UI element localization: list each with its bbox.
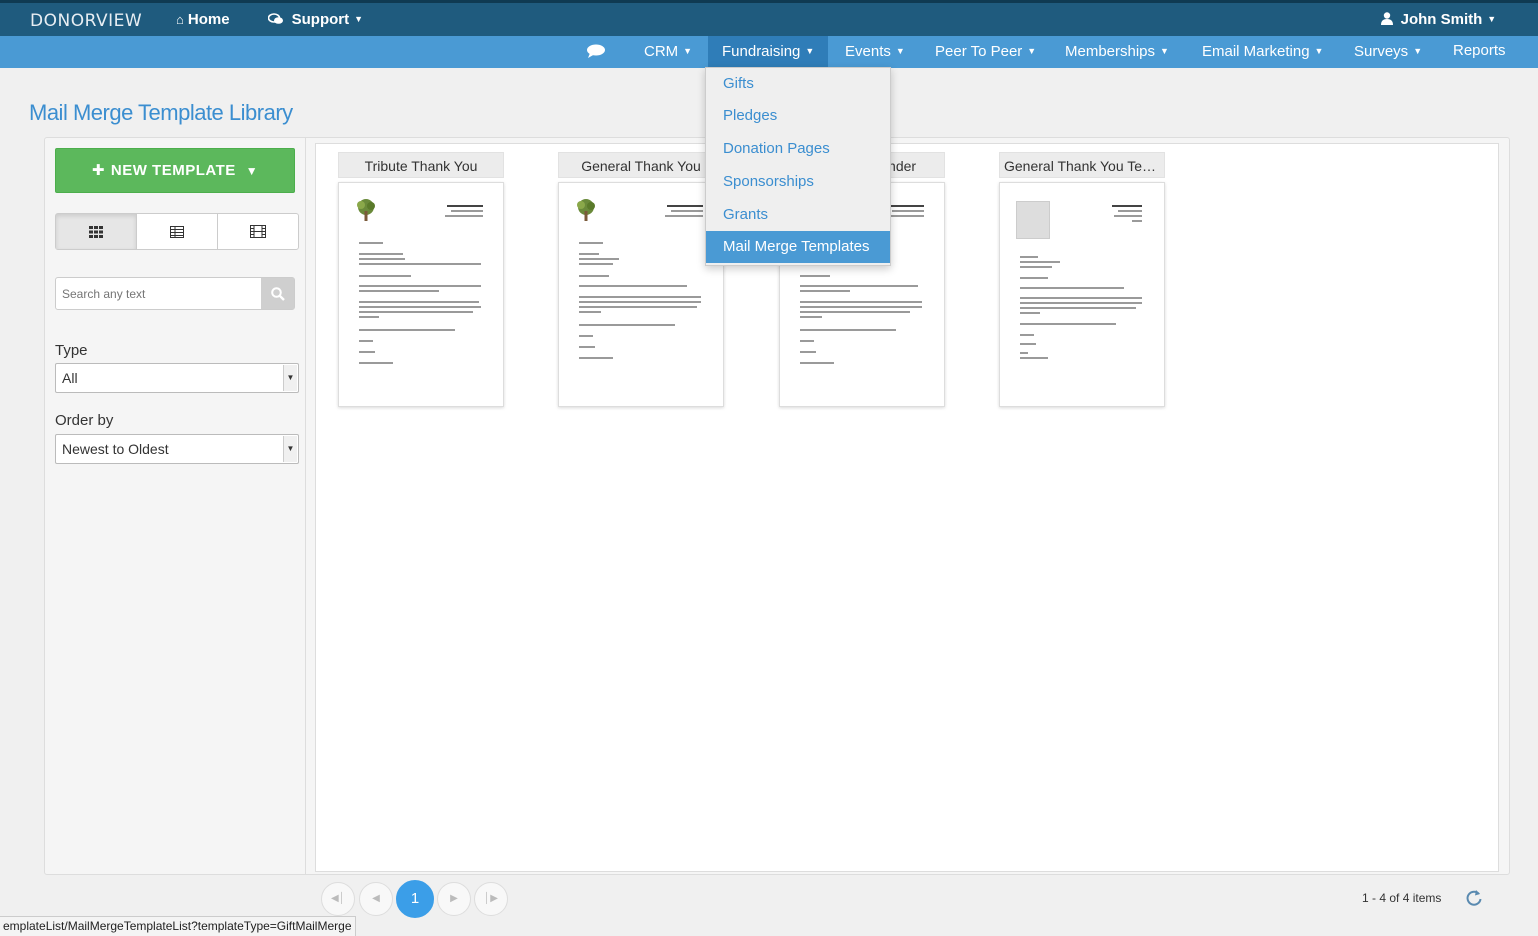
template-card[interactable]: General Thank You: [558, 152, 724, 407]
menu-item-pledges[interactable]: Pledges: [706, 100, 890, 132]
menu-memberships[interactable]: Memberships ▼: [1065, 36, 1169, 68]
nav-support-label: Support: [291, 11, 350, 28]
menu-item-grants[interactable]: Grants: [706, 199, 890, 231]
menu-email-marketing[interactable]: Email Marketing ▼: [1202, 36, 1323, 68]
caret-down-icon: ▼: [1314, 46, 1324, 56]
new-template-label: NEW TEMPLATE: [110, 162, 236, 179]
order-by-select[interactable]: Newest to Oldest ▼: [55, 434, 299, 464]
select-arrow-icon: ▼: [283, 365, 297, 391]
next-page-icon: ▶: [450, 893, 458, 904]
grid-icon: [89, 225, 103, 238]
image-placeholder-icon: [1016, 201, 1050, 239]
caret-down-icon: ▼: [1413, 46, 1423, 56]
main-menu-bar: CRM ▼ Fundraising ▼ Events ▼ Peer To Peer ▼ …: [0, 36, 1538, 68]
menu-peer-to-peer[interactable]: Peer To Peer ▼: [935, 36, 1036, 68]
film-view-button[interactable]: [218, 214, 298, 249]
caret-down-icon: ▼: [1027, 46, 1037, 56]
pager-page-1[interactable]: 1: [396, 880, 434, 918]
tree-logo-icon: [357, 199, 375, 221]
menu-item-sponsorships[interactable]: Sponsorships: [706, 166, 890, 198]
refresh-icon[interactable]: [1465, 889, 1483, 907]
menu-item-gifts[interactable]: Gifts: [706, 68, 890, 100]
browser-status-url: emplateList/MailMergeTemplateList?templa…: [0, 916, 356, 936]
template-preview[interactable]: [999, 182, 1165, 407]
pager-last-button[interactable]: │▶: [474, 882, 508, 916]
menu-surveys-label: Surveys: [1354, 43, 1409, 60]
caret-down-icon: ▼: [805, 46, 815, 56]
brand-logo[interactable]: DONORVIEW: [30, 11, 142, 31]
table-view-button[interactable]: [137, 214, 218, 249]
menu-fundraising[interactable]: Fundraising ▼: [708, 36, 829, 68]
menu-reports[interactable]: Reports: [1453, 36, 1506, 68]
caret-down-icon: ▼: [1487, 14, 1497, 24]
page-title: Mail Merge Template Library: [29, 100, 293, 125]
plus-icon: ✚: [91, 162, 105, 179]
menu-peer-to-peer-label: Peer To Peer: [935, 43, 1023, 60]
menu-events-label: Events: [845, 43, 891, 60]
select-arrow-icon: ▼: [283, 436, 297, 462]
user-icon: [1381, 12, 1397, 27]
template-card[interactable]: General Thank You Template: [999, 152, 1165, 407]
last-page-icon: │▶: [484, 893, 498, 904]
template-card-title: General Thank You Template: [999, 152, 1165, 178]
menu-item-donation-pages[interactable]: Donation Pages: [706, 133, 890, 165]
table-icon: [170, 225, 184, 238]
prev-page-icon: ◀: [372, 893, 380, 904]
pager-next-button[interactable]: ▶: [437, 882, 471, 916]
search-box: [55, 277, 295, 310]
template-card-title: General Thank You: [558, 152, 724, 178]
new-template-button[interactable]: ✚ NEW TEMPLATE ▼: [55, 148, 295, 193]
pager-prev-button[interactable]: ◀: [359, 882, 393, 916]
nav-home[interactable]: ⌂ Home: [176, 11, 230, 28]
search-icon: [270, 286, 285, 301]
nav-support[interactable]: Support ▼: [267, 11, 364, 28]
home-icon: ⌂: [176, 12, 184, 27]
template-card-title: Tribute Thank You: [338, 152, 504, 178]
menu-events[interactable]: Events ▼: [845, 36, 905, 68]
menu-email-marketing-label: Email Marketing: [1202, 43, 1310, 60]
nav-home-label: Home: [187, 11, 230, 28]
user-menu[interactable]: John Smith ▼: [1381, 11, 1496, 28]
menu-surveys[interactable]: Surveys ▼: [1354, 36, 1422, 68]
order-by-select-value: Newest to Oldest: [62, 441, 169, 457]
template-card[interactable]: Tribute Thank You: [338, 152, 504, 407]
menu-crm[interactable]: CRM ▼: [644, 36, 692, 68]
caret-down-icon: ▼: [1160, 46, 1169, 56]
menu-fundraising-label: Fundraising: [722, 43, 801, 60]
caret-down-icon: ▼: [683, 46, 693, 56]
type-label: Type: [55, 342, 88, 359]
type-select[interactable]: All ▼: [55, 363, 299, 393]
search-input[interactable]: [56, 278, 262, 309]
template-preview[interactable]: [558, 182, 724, 407]
template-preview[interactable]: [338, 182, 504, 407]
type-select-value: All: [62, 370, 78, 386]
menu-item-mail-merge-templates[interactable]: Mail Merge Templates: [706, 231, 890, 263]
fundraising-dropdown-menu: Gifts Pledges Donation Pages Sponsorship…: [705, 67, 891, 266]
comment-icon[interactable]: [586, 44, 606, 58]
film-icon: [250, 225, 266, 238]
grid-view-button[interactable]: [56, 214, 137, 249]
user-name: John Smith: [1400, 11, 1483, 28]
chat-bubbles-icon: [267, 12, 288, 27]
first-page-icon: ◀│: [331, 893, 345, 904]
menu-reports-label: Reports: [1453, 42, 1506, 59]
tree-logo-icon: [577, 199, 595, 221]
caret-down-icon: ▼: [354, 14, 364, 24]
view-toggle-group: [55, 213, 299, 250]
pager-first-button[interactable]: ◀│: [321, 882, 355, 916]
menu-memberships-label: Memberships: [1065, 43, 1156, 60]
menu-crm-label: CRM: [644, 43, 679, 60]
order-by-label: Order by: [55, 412, 114, 429]
top-navbar: DONORVIEW ⌂ Home Support ▼ John Smith ▼: [0, 0, 1538, 36]
search-button[interactable]: [261, 278, 294, 309]
caret-down-icon: ▼: [895, 46, 905, 56]
pager-info: 1 - 4 of 4 items: [1362, 891, 1442, 905]
caret-down-icon: ▼: [245, 164, 259, 178]
